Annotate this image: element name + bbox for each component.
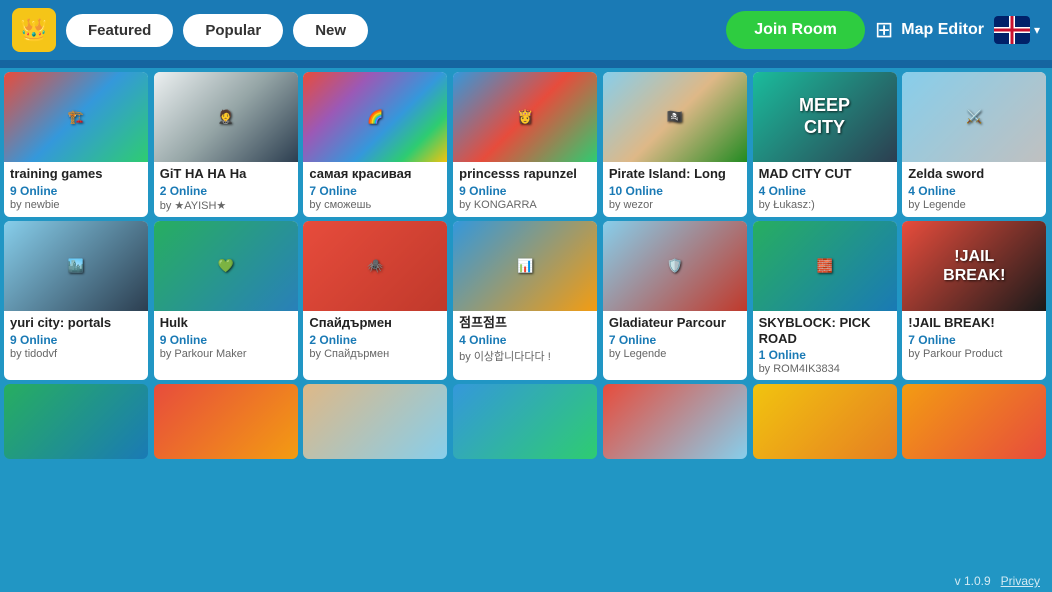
game-author: by Parkour Product <box>908 348 1040 360</box>
list-item[interactable] <box>902 384 1046 459</box>
game-title: yuri city: portals <box>10 315 142 331</box>
list-item[interactable]: 🏴‍☠️ Pirate Island: Long 10 Online by we… <box>603 72 747 217</box>
game-online-count: 9 Online <box>160 333 292 347</box>
game-online-count: 7 Online <box>309 184 441 198</box>
map-editor-label: Map Editor <box>901 21 984 39</box>
nav-new-button[interactable]: New <box>293 14 368 47</box>
game-online-count: 9 Online <box>10 184 142 198</box>
game-author: by Legende <box>609 348 741 360</box>
language-selector[interactable]: ▾ <box>994 16 1040 44</box>
game-author: by Parkour Maker <box>160 348 292 360</box>
game-title: !JAIL BREAK! <box>908 315 1040 331</box>
header-divider <box>0 60 1052 68</box>
game-title: Спайдърмен <box>309 315 441 331</box>
game-title: Hulk <box>160 315 292 331</box>
list-item[interactable] <box>303 384 447 459</box>
privacy-link[interactable]: Privacy <box>1001 574 1040 588</box>
game-author: by сможешь <box>309 199 441 211</box>
game-online-count: 10 Online <box>609 184 741 198</box>
list-item[interactable]: 🏗️ training games 9 Online by newbie <box>4 72 148 217</box>
game-title: Gladiateur Parcour <box>609 315 741 331</box>
game-author: by Спайдърмен <box>309 348 441 360</box>
list-item[interactable]: 💚 Hulk 9 Online by Parkour Maker <box>154 221 298 380</box>
game-online-count: 4 Online <box>759 184 891 198</box>
list-item[interactable]: !JAILBREAK! !JAIL BREAK! 7 Online by Par… <box>902 221 1046 380</box>
game-title: Zelda sword <box>908 166 1040 182</box>
list-item[interactable]: 👸 princesss rapunzel 9 Online by KONGARR… <box>453 72 597 217</box>
version-label: v 1.0.9 <box>955 574 991 588</box>
game-online-count: 9 Online <box>459 184 591 198</box>
game-title: самая красивая <box>309 166 441 182</box>
game-online-count: 4 Online <box>459 333 591 347</box>
list-item[interactable]: 🕷️ Спайдърмен 2 Online by Спайдърмен <box>303 221 447 380</box>
list-item[interactable] <box>453 384 597 459</box>
list-item[interactable]: 🌈 самая красивая 7 Online by сможешь <box>303 72 447 217</box>
game-online-count: 2 Online <box>160 184 292 198</box>
game-title: 점프점프 <box>459 315 591 331</box>
list-item[interactable]: ⚔️ Zelda sword 4 Online by Legende <box>902 72 1046 217</box>
game-author: by Łukasz:) <box>759 199 891 211</box>
list-item[interactable] <box>154 384 298 459</box>
game-author: by tidodvf <box>10 348 142 360</box>
game-title: Pirate Island: Long <box>609 166 741 182</box>
crown-icon: 👑 <box>12 8 56 52</box>
header: 👑 Featured Popular New Join Room ⊞ Map E… <box>0 0 1052 60</box>
list-item[interactable]: 🛡️ Gladiateur Parcour 7 Online by Legend… <box>603 221 747 380</box>
game-online-count: 4 Online <box>908 184 1040 198</box>
game-grid: 🏗️ training games 9 Online by newbie 🤵 G… <box>0 68 1052 463</box>
map-editor-area[interactable]: ⊞ Map Editor <box>875 17 984 43</box>
list-item[interactable]: MEEPCITY MAD CITY CUT 4 Online by Łukasz… <box>753 72 897 217</box>
list-item[interactable]: 🤵 GiT НА НА На 2 Online by ★AYISH★ <box>154 72 298 217</box>
game-author: by KONGARRA <box>459 199 591 211</box>
game-title: SKYBLOCK: PICK ROAD <box>759 315 891 346</box>
game-author: by newbie <box>10 199 142 211</box>
game-title: GiT НА НА На <box>160 166 292 182</box>
nav-popular-button[interactable]: Popular <box>183 14 283 47</box>
game-title: princesss rapunzel <box>459 166 591 182</box>
game-online-count: 7 Online <box>908 333 1040 347</box>
game-author: by ★AYISH★ <box>160 199 292 212</box>
nav-featured-button[interactable]: Featured <box>66 14 173 47</box>
list-item[interactable]: 📊 점프점프 4 Online by 이상합니다다다 ! <box>453 221 597 380</box>
game-online-count: 9 Online <box>10 333 142 347</box>
list-item[interactable] <box>4 384 148 459</box>
footer: v 1.0.9 Privacy <box>943 570 1052 592</box>
game-author: by ROM4IK3834 <box>759 363 891 375</box>
game-title: training games <box>10 166 142 182</box>
list-item[interactable] <box>603 384 747 459</box>
layers-icon: ⊞ <box>875 17 893 43</box>
chevron-down-icon: ▾ <box>1034 23 1040 37</box>
game-title: MAD CITY CUT <box>759 166 891 182</box>
join-room-button[interactable]: Join Room <box>726 11 865 49</box>
game-online-count: 2 Online <box>309 333 441 347</box>
game-online-count: 7 Online <box>609 333 741 347</box>
game-online-count: 1 Online <box>759 348 891 362</box>
list-item[interactable]: 🧱 SKYBLOCK: PICK ROAD 1 Online by ROM4IK… <box>753 221 897 380</box>
game-author: by wezor <box>609 199 741 211</box>
list-item[interactable] <box>753 384 897 459</box>
game-author: by Legende <box>908 199 1040 211</box>
game-author: by 이상합니다다다 ! <box>459 348 591 364</box>
list-item[interactable]: 🏙️ yuri city: portals 9 Online by tidodv… <box>4 221 148 380</box>
uk-flag-icon <box>994 16 1030 44</box>
